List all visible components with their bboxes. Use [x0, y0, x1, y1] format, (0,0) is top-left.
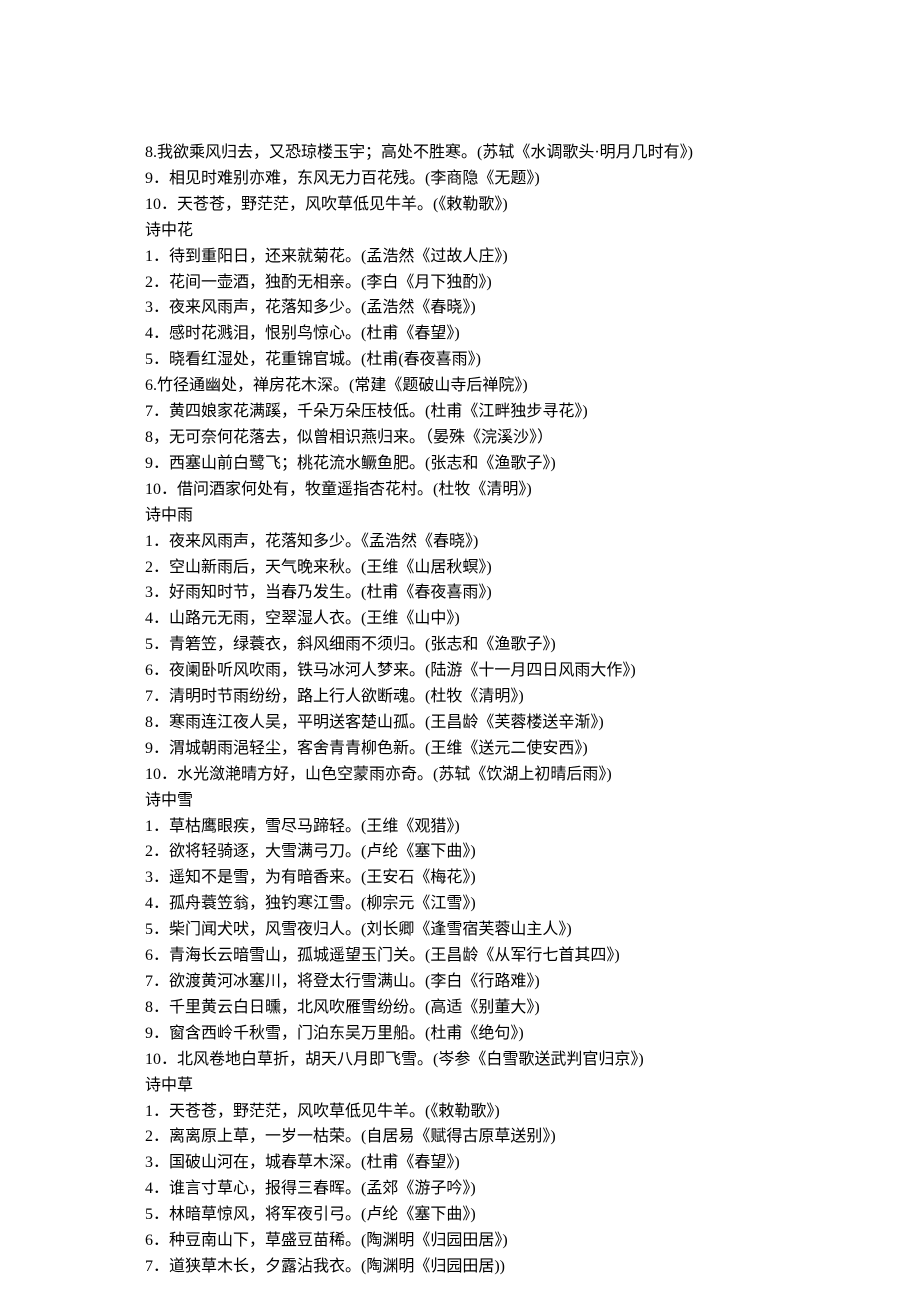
text-line: 10．水光潋滟晴方好，山色空蒙雨亦奇。(苏轼《饮湖上初晴后雨》) — [145, 762, 775, 788]
text-line: 1．草枯鹰眼疾，雪尽马蹄轻。(王维《观猎》) — [145, 814, 775, 840]
text-line: 2．空山新雨后，天气晚来秋。(王维《山居秋螟》) — [145, 555, 775, 581]
text-line: 7．道狭草木长，夕露沾我衣。(陶渊明《归园田居)) — [145, 1254, 775, 1280]
text-line: 8．千里黄云白日曛，北风吹雁雪纷纷。(高适《别董大》) — [145, 995, 775, 1021]
text-line: 7．黄四娘家花满蹊，千朵万朵压枝低。(杜甫《江畔独步寻花》) — [145, 399, 775, 425]
text-line: 2．离离原上草，一岁一枯荣。(自居易《赋得古原草送别》) — [145, 1124, 775, 1150]
text-line: 1．天苍苍，野茫茫，风吹草低见牛羊。(《敕勒歌》) — [145, 1099, 775, 1125]
text-line: 4．孤舟蓑笠翁，独钓寒江雪。(柳宗元《江雪》) — [145, 891, 775, 917]
section-heading: 诗中雪 — [145, 788, 775, 814]
text-line: 3．好雨知时节，当春乃发生。(杜甫《春夜喜雨》) — [145, 580, 775, 606]
text-line: 5．林暗草惊风，将军夜引弓。(卢纶《塞下曲》) — [145, 1202, 775, 1228]
text-line: 5．晓看红湿处，花重锦官城。(杜甫(春夜喜雨》) — [145, 347, 775, 373]
text-line: 7．欲渡黄河冰塞川，将登太行雪满山。(李白《行路难》) — [145, 969, 775, 995]
text-line: 3．遥知不是雪，为有暗香来。(王安石《梅花》) — [145, 865, 775, 891]
document-page: 8.我欲乘风归去，又恐琼楼玉宇；高处不胜寒。(苏轼《水调歌头·明月几时有》) 9… — [0, 0, 920, 1302]
text-line: 1．待到重阳日，还来就菊花。(孟浩然《过故人庄》) — [145, 244, 775, 270]
text-line: 8，无可奈何花落去，似曾相识燕归来。（晏殊《浣溪沙》） — [145, 425, 775, 451]
text-line: 8．寒雨连江夜人吴，平明送客楚山孤。(王昌龄《芙蓉楼送辛渐》) — [145, 710, 775, 736]
section-heading: 诗中雨 — [145, 503, 775, 529]
text-line: 10．借问酒家何处有，牧童遥指杏花村。(杜牧《清明》) — [145, 477, 775, 503]
text-line: 4．谁言寸草心，报得三春晖。(孟郊《游子吟》) — [145, 1176, 775, 1202]
section-heading: 诗中草 — [145, 1073, 775, 1099]
text-line: 7．清明时节雨纷纷，路上行人欲断魂。(杜牧《清明》) — [145, 684, 775, 710]
text-line: 1．夜来风雨声，花落知多少。《孟浩然《春晓》) — [145, 529, 775, 555]
text-line: 5．青箬笠，绿蓑衣，斜风细雨不须归。(张志和《渔歌子》) — [145, 632, 775, 658]
text-line: 10．北风卷地白草折，胡天八月即飞雪。(岑参《白雪歌送武判官归京》) — [145, 1047, 775, 1073]
text-line: 5．柴门闻犬吠，风雪夜归人。(刘长卿《逢雪宿芙蓉山主人》) — [145, 917, 775, 943]
text-line: 9．渭城朝雨浥轻尘，客舍青青柳色新。(王维《送元二使安西》) — [145, 736, 775, 762]
text-line: 4．山路元无雨，空翠湿人衣。(王维《山中》) — [145, 606, 775, 632]
section-heading: 诗中花 — [145, 218, 775, 244]
text-line: 10．天苍苍，野茫茫，风吹草低见牛羊。(《敕勒歌》) — [145, 192, 775, 218]
text-line: 6．青海长云暗雪山，孤城遥望玉门关。(王昌龄《从军行七首其四》) — [145, 943, 775, 969]
text-line: 9．相见时难别亦难，东风无力百花残。(李商隐《无题》) — [145, 166, 775, 192]
text-line: 3．国破山河在，城春草木深。(杜甫《春望》) — [145, 1150, 775, 1176]
text-line: 8.我欲乘风归去，又恐琼楼玉宇；高处不胜寒。(苏轼《水调歌头·明月几时有》) — [145, 140, 775, 166]
text-line: 6．夜阑卧听风吹雨，铁马冰河人梦来。(陆游《十一月四日风雨大作》) — [145, 658, 775, 684]
text-line: 6．种豆南山下，草盛豆苗稀。(陶渊明《归园田居》) — [145, 1228, 775, 1254]
text-line: 6.竹径通幽处，禅房花木深。(常建《题破山寺后禅院》) — [145, 373, 775, 399]
text-line: 9．西塞山前白鹭飞；桃花流水鳜鱼肥。(张志和《渔歌子》) — [145, 451, 775, 477]
text-line: 9．窗含西岭千秋雪，门泊东吴万里船。(杜甫《绝句》) — [145, 1021, 775, 1047]
text-line: 2．欲将轻骑逐，大雪满弓刀。(卢纶《塞下曲》) — [145, 839, 775, 865]
text-line: 3．夜来风雨声，花落知多少。(孟浩然《春晓》) — [145, 295, 775, 321]
text-line: 4．感时花溅泪，恨别鸟惊心。(杜甫《春望》) — [145, 321, 775, 347]
text-line: 2．花间一壶酒，独酌无相亲。(李白《月下独酌》) — [145, 270, 775, 296]
